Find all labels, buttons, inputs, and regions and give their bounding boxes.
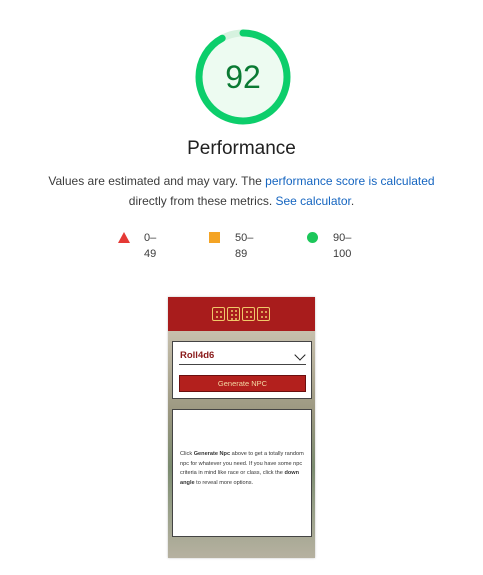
dice-logo-icon <box>212 307 271 321</box>
npc-output-panel: Click Generate Npc above to get a totall… <box>172 409 312 537</box>
description-text-1: Values are estimated and may vary. The <box>48 174 266 188</box>
instructions-text: Click Generate Npc above to get a totall… <box>180 451 304 486</box>
score-calculated-link[interactable]: performance score is calculated <box>265 174 434 188</box>
score-value: 92 <box>225 59 261 95</box>
chevron-down-icon[interactable] <box>294 349 306 361</box>
legend-label-pass: 90–100 <box>333 232 352 260</box>
generator-select[interactable]: Roll4d6 <box>179 348 306 365</box>
calculator-link[interactable]: See calculator <box>275 194 350 208</box>
description-text-2: directly from these metrics. <box>128 194 276 208</box>
npc-controls-panel: Roll4d6 Generate NPC <box>172 341 312 399</box>
legend-label-average: 50–89 <box>235 232 254 260</box>
score-gauge: 92 <box>194 28 292 126</box>
generator-select-value: Roll4d6 <box>180 350 215 361</box>
description-text-3: . <box>350 194 355 208</box>
score-legend: 0–49 50–89 90–100 <box>0 230 483 260</box>
score-description: Values are estimated and may vary. The p… <box>30 171 453 211</box>
generate-npc-button[interactable]: Generate NPC <box>179 375 306 392</box>
final-screenshot: Roll4d6 Generate NPC Click Generate Npc … <box>168 297 315 558</box>
circle-icon <box>307 232 318 243</box>
square-icon <box>209 232 220 243</box>
screenshot-header <box>168 297 315 331</box>
category-title: Performance <box>187 138 296 159</box>
triangle-icon <box>118 232 130 243</box>
legend-label-fail: 0–49 <box>144 232 157 260</box>
